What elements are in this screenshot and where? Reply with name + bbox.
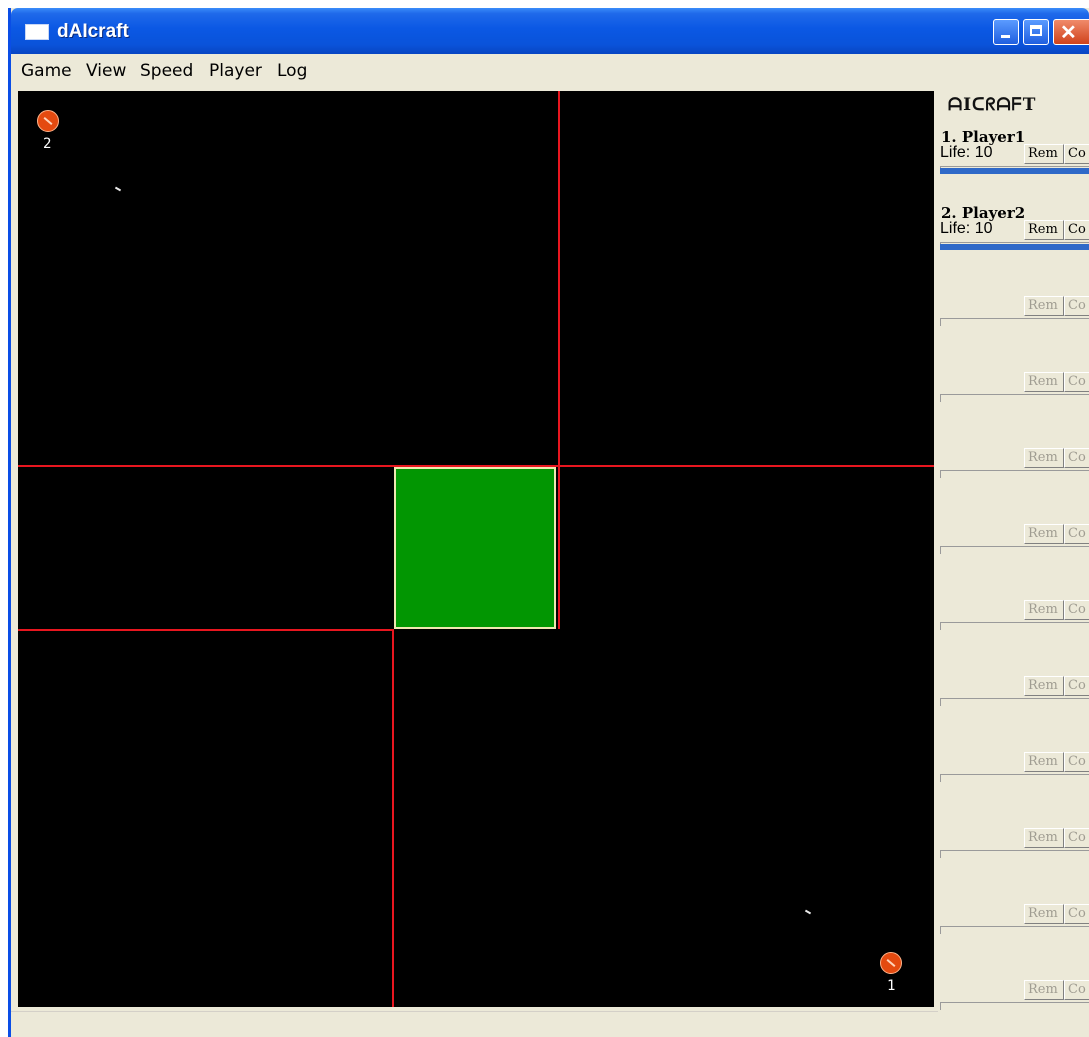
player-slot: Rem Co	[938, 888, 1089, 958]
remove-player-button[interactable]: Rem	[1024, 828, 1064, 848]
health-bar-fill	[940, 244, 1089, 250]
remove-player-button[interactable]: Rem	[1024, 600, 1064, 620]
projectile	[114, 186, 122, 192]
maximize-button[interactable]	[1023, 19, 1049, 45]
remove-player-button[interactable]: Rem	[1024, 752, 1064, 772]
health-bar-track	[940, 1002, 1089, 1010]
unit-player1[interactable]	[880, 952, 902, 974]
player-slot: Rem Co	[938, 584, 1089, 654]
configure-player-button[interactable]: Co	[1064, 372, 1089, 392]
configure-player-button[interactable]: Co	[1064, 448, 1089, 468]
grid-line	[558, 467, 560, 629]
menu-view[interactable]: View	[86, 61, 126, 81]
center-zone	[394, 467, 556, 629]
health-bar-track	[940, 698, 1089, 706]
players-panel: ᗩIᑕᖇᗩᖴT 1. Player1 Life: 10 Rem Co 2. Player…	[938, 91, 1089, 1037]
configure-player-button[interactable]: Co	[1064, 144, 1089, 164]
status-bar	[11, 1011, 938, 1037]
player-slot: Rem Co	[938, 356, 1089, 426]
menu-log[interactable]: Log	[277, 61, 307, 81]
health-bar-track	[940, 318, 1089, 326]
remove-player-button[interactable]: Rem	[1024, 524, 1064, 544]
title-bar[interactable]: dAIcraft	[11, 8, 1089, 54]
window-title: dAIcraft	[57, 21, 129, 42]
configure-player-button[interactable]: Co	[1064, 600, 1089, 620]
player-slot: Rem Co	[938, 660, 1089, 730]
player-life: Life: 10	[940, 144, 993, 161]
unit-player2[interactable]	[37, 110, 59, 132]
player-slot: Rem Co	[938, 964, 1089, 1034]
remove-player-button[interactable]: Rem	[1024, 296, 1064, 316]
player-slot: Rem Co	[938, 280, 1089, 350]
player-slot: 2. Player2 Life: 10 Rem Co	[938, 204, 1089, 274]
health-bar-track	[940, 850, 1089, 858]
remove-player-button[interactable]: Rem	[1024, 220, 1064, 240]
configure-player-button[interactable]: Co	[1064, 980, 1089, 1000]
player-slot: Rem Co	[938, 508, 1089, 578]
player-slot: Rem Co	[938, 432, 1089, 502]
health-bar-track	[940, 926, 1089, 934]
health-bar-fill	[940, 168, 1089, 174]
remove-player-button[interactable]: Rem	[1024, 980, 1064, 1000]
configure-player-button[interactable]: Co	[1064, 752, 1089, 772]
player-slot: 1. Player1 Life: 10 Rem Co	[938, 128, 1089, 198]
menu-game[interactable]: Game	[21, 61, 72, 81]
menu-speed[interactable]: Speed	[140, 61, 193, 81]
configure-player-button[interactable]: Co	[1064, 524, 1089, 544]
health-bar-track	[940, 470, 1089, 478]
configure-player-button[interactable]: Co	[1064, 676, 1089, 696]
unit-label: 2	[43, 136, 52, 152]
menu-player[interactable]: Player	[209, 61, 262, 81]
grid-line	[392, 629, 394, 1007]
player-life: Life: 10	[940, 220, 993, 237]
remove-player-button[interactable]: Rem	[1024, 372, 1064, 392]
game-logo: ᗩIᑕᖇᗩᖴT	[948, 95, 1037, 115]
projectile	[804, 909, 812, 915]
remove-player-button[interactable]: Rem	[1024, 904, 1064, 924]
minimize-button[interactable]	[993, 19, 1019, 45]
remove-player-button[interactable]: Rem	[1024, 676, 1064, 696]
configure-player-button[interactable]: Co	[1064, 296, 1089, 316]
grid-line	[18, 629, 394, 631]
remove-player-button[interactable]: Rem	[1024, 144, 1064, 164]
health-bar-track	[940, 774, 1089, 782]
unit-label: 1	[887, 978, 896, 994]
configure-player-button[interactable]: Co	[1064, 220, 1089, 240]
health-bar-track	[940, 546, 1089, 554]
remove-player-button[interactable]: Rem	[1024, 448, 1064, 468]
health-bar-track	[940, 394, 1089, 402]
health-bar-track	[940, 622, 1089, 630]
close-button[interactable]	[1053, 19, 1089, 45]
configure-player-button[interactable]: Co	[1064, 828, 1089, 848]
game-map[interactable]: 2 1	[18, 91, 934, 1007]
configure-player-button[interactable]: Co	[1064, 904, 1089, 924]
app-icon	[25, 24, 49, 40]
grid-line	[558, 91, 560, 467]
app-window: dAIcraft Game View Speed Player Log 2 1 …	[8, 8, 1089, 1037]
player-slot: Rem Co	[938, 736, 1089, 806]
menu-bar: Game View Speed Player Log	[11, 54, 1089, 90]
player-slot: Rem Co	[938, 812, 1089, 882]
